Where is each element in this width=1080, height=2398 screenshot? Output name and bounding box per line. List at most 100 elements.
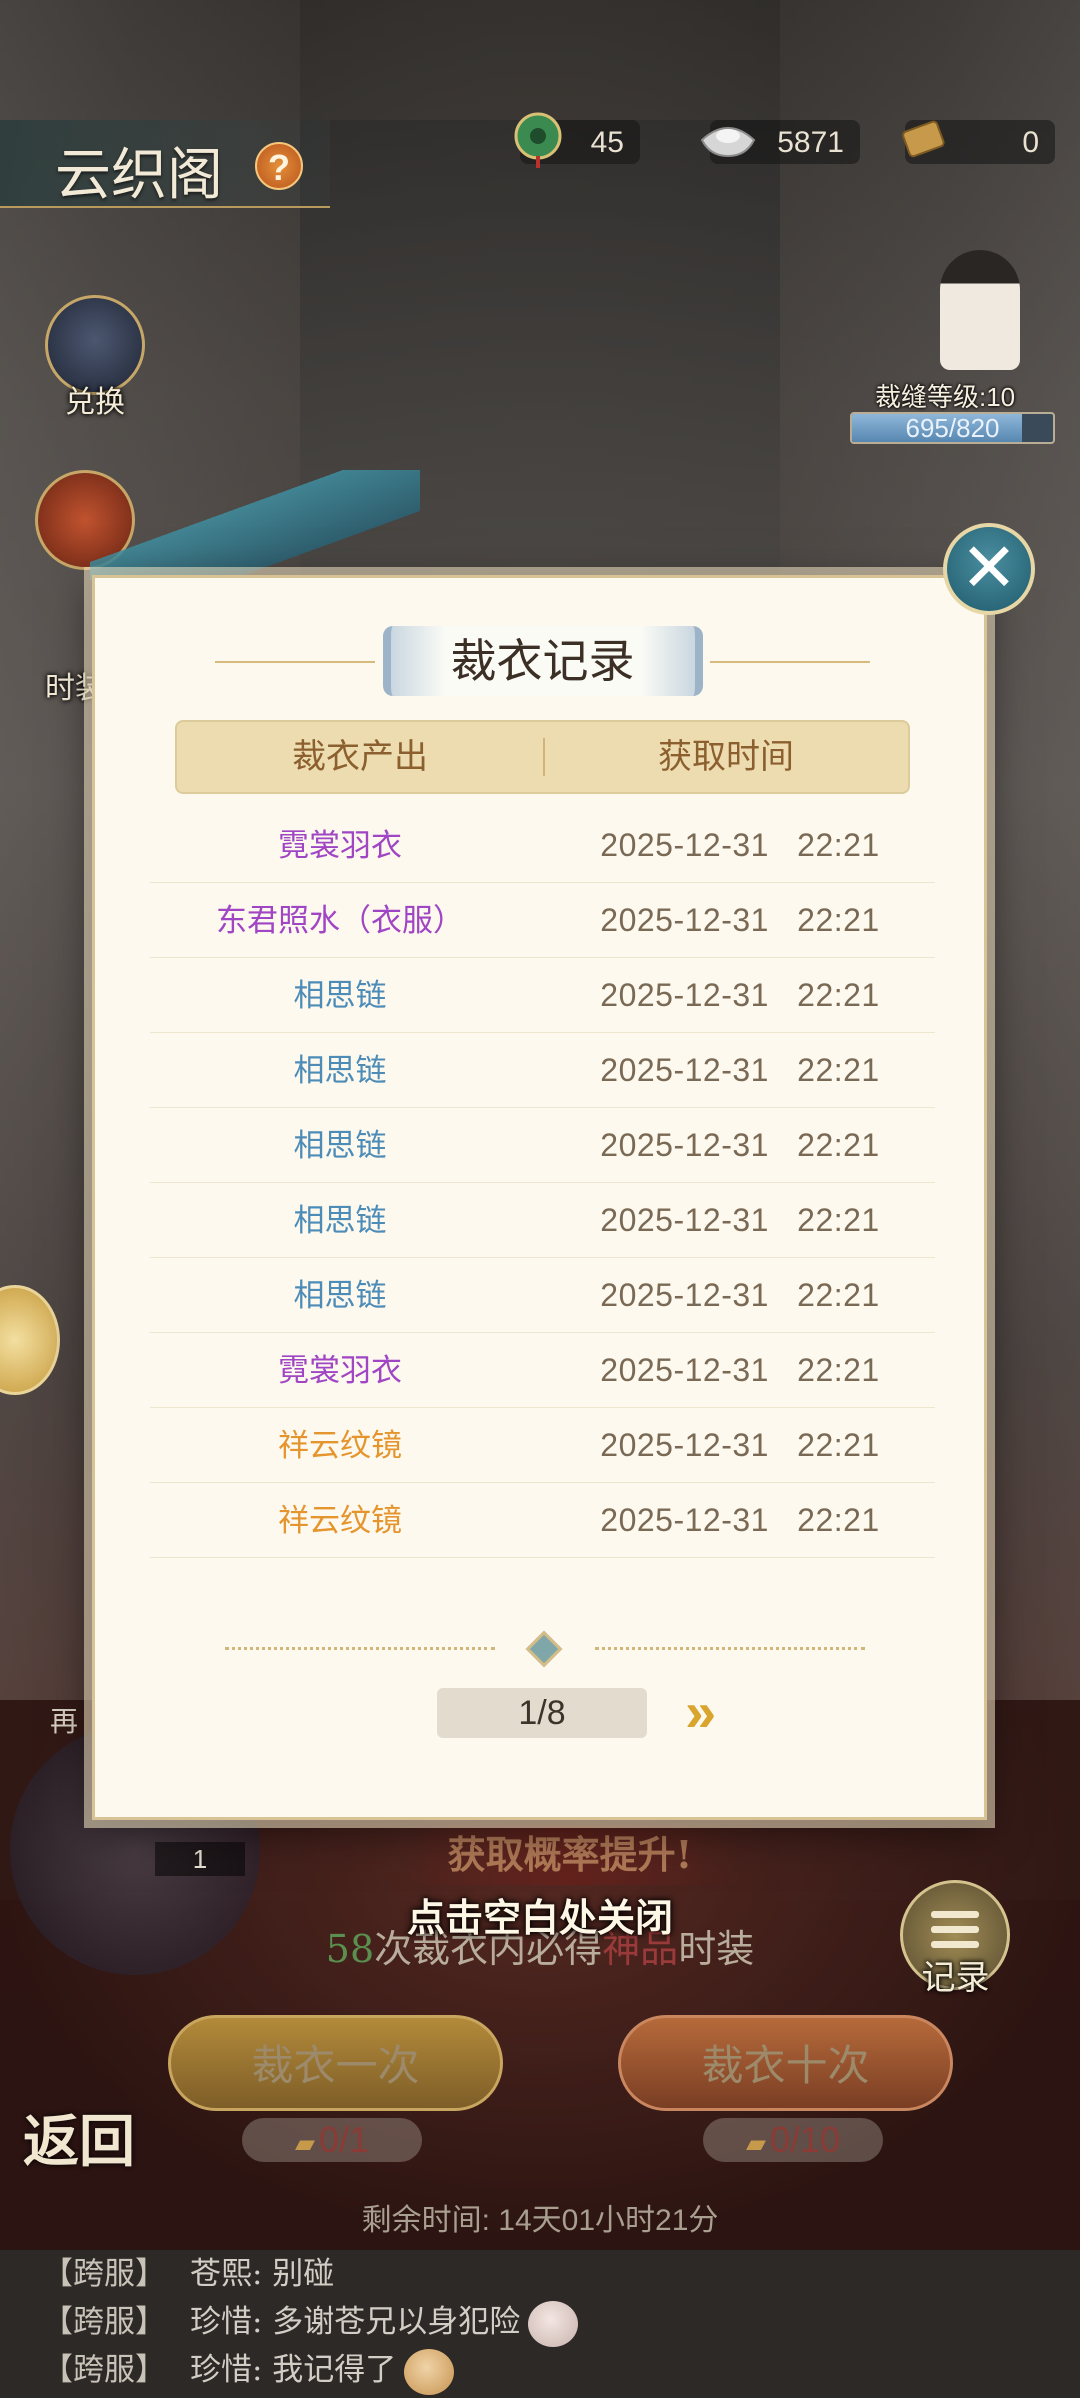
record-time: 2025-12-31 22:21 <box>550 1333 930 1408</box>
table-row: 霓裳羽衣 2025-12-31 22:21 <box>150 808 935 883</box>
column-header-item: 裁衣产出 <box>292 737 428 777</box>
chat-log[interactable]: 【跨服】 苍熙: 别碰 【跨服】 珍惜: 多谢苍兄以身犯险 【跨服】 珍惜: 我记得了 <box>0 2250 1080 2398</box>
table-row: 相思链 2025-12-31 22:21 <box>150 1258 935 1333</box>
table-row: 相思链 2025-12-31 22:21 <box>150 1108 935 1183</box>
table-row: 相思链 2025-12-31 22:21 <box>150 1183 935 1258</box>
remaining-time: 剩余时间: 14天01小时21分 <box>361 2204 719 2237</box>
scroll-value: 0 <box>1022 126 1039 159</box>
close-button[interactable]: ✕ <box>943 523 1035 615</box>
cost-once-value: 0/1 <box>318 2119 370 2160</box>
exchange-label: 兑换 <box>65 385 125 420</box>
record-date: 2025-12-31 <box>600 1127 769 1163</box>
sew-once-button[interactable]: 裁衣一次 <box>168 2015 503 2111</box>
record-clock: 22:21 <box>797 1502 880 1538</box>
back-button[interactable]: 返回 <box>14 2110 144 2260</box>
chat-channel: 【跨服】 <box>42 2304 166 2340</box>
chat-message: 苍熙: 别碰 <box>190 2256 335 2292</box>
record-item-name: 祥云纹镜 <box>278 1428 402 1463</box>
record-item-name: 霓裳羽衣 <box>278 828 402 863</box>
title-plate: 云织阁 ? <box>0 120 330 208</box>
record-clock: 22:21 <box>797 827 880 863</box>
cost-ten: ▰ 0/10 <box>703 2118 883 2162</box>
next-page-button[interactable]: » <box>685 1684 745 1741</box>
record-date: 2025-12-31 <box>600 902 769 938</box>
help-button[interactable]: ? <box>255 142 303 190</box>
exchange-button[interactable]: 兑换 <box>40 295 150 421</box>
record-time: 2025-12-31 22:21 <box>550 1483 930 1558</box>
dog-face-emoji-icon <box>404 2348 455 2395</box>
currency-jade[interactable]: 45 <box>514 112 640 168</box>
table-header: 裁衣产出 获取时间 <box>175 720 910 794</box>
record-item-name: 霓裳羽衣 <box>278 1353 402 1388</box>
record-item-name: 东君照水（衣服） <box>216 903 464 938</box>
record-item-name: 相思链 <box>293 1203 387 1238</box>
tailor-exp-text: 695/820 <box>905 413 1000 443</box>
record-clock: 22:21 <box>797 1277 880 1313</box>
column-header-time: 获取时间 <box>658 737 794 777</box>
record-date: 2025-12-31 <box>600 1277 769 1313</box>
record-date: 2025-12-31 <box>600 827 769 863</box>
chat-channel: 【跨服】 <box>42 2256 166 2292</box>
tailor-exp-bar: 695/820 <box>850 412 1055 444</box>
page-title: 云织阁 <box>55 143 223 208</box>
record-item-name: 祥云纹镜 <box>278 1503 402 1538</box>
record-time: 2025-12-31 22:21 <box>550 1258 930 1333</box>
probability-banner: 获取概率提升! <box>400 1825 740 1885</box>
record-clock: 22:21 <box>797 1427 880 1463</box>
jade-value: 45 <box>590 126 624 159</box>
silver-ingot-icon <box>700 127 756 158</box>
sew-ten-button[interactable]: 裁衣十次 <box>618 2015 953 2111</box>
scroll-ticket-icon <box>902 120 945 158</box>
record-item-name: 相思链 <box>293 1128 387 1163</box>
record-time: 2025-12-31 22:21 <box>550 1183 930 1258</box>
left-orb-count: 1 <box>155 1842 245 1876</box>
record-date: 2025-12-31 <box>600 977 769 1013</box>
tailor-level: 裁缝等级:10 <box>875 382 1016 412</box>
record-label: 记录 <box>921 1958 990 1998</box>
record-time: 2025-12-31 22:21 <box>550 883 930 958</box>
currency-scroll[interactable]: 0 <box>902 120 1055 164</box>
dialog-title: 裁衣记录 <box>382 626 703 696</box>
cost-ten-value: 0/10 <box>769 2119 841 2160</box>
record-clock: 22:21 <box>797 902 880 938</box>
record-clock: 22:21 <box>797 1052 880 1088</box>
cost-once: ▰ 0/1 <box>242 2118 422 2162</box>
record-date: 2025-12-31 <box>600 1502 769 1538</box>
chat-message: 珍惜: 我记得了 <box>190 2352 397 2388</box>
record-date: 2025-12-31 <box>600 1427 769 1463</box>
silver-value: 5871 <box>777 126 844 159</box>
page-indicator: 1/8 <box>437 1688 647 1738</box>
diamond-ornament-icon <box>525 1630 563 1668</box>
jade-coin-icon <box>514 112 562 168</box>
table-row: 霓裳羽衣 2025-12-31 22:21 <box>150 1333 935 1408</box>
chat-line: 【跨服】 苍熙: 别碰 <box>0 2250 1080 2298</box>
record-item-name: 相思链 <box>293 1053 387 1088</box>
table-row: 相思链 2025-12-31 22:21 <box>150 1033 935 1108</box>
table-row: 祥云纹镜 2025-12-31 22:21 <box>150 1483 935 1558</box>
again-label: 再 <box>50 1705 79 1738</box>
table-row: 相思链 2025-12-31 22:21 <box>150 958 935 1033</box>
record-clock: 22:21 <box>797 1127 880 1163</box>
record-clock: 22:21 <box>797 977 880 1013</box>
title-line-right <box>710 661 870 663</box>
record-date: 2025-12-31 <box>600 1202 769 1238</box>
scroll-ticket-icon: ▰ <box>745 2128 766 2158</box>
menu-list-icon <box>931 1911 979 1948</box>
close-icon: ✕ <box>960 530 1018 606</box>
thinking-face-emoji-icon <box>528 2300 579 2347</box>
record-time: 2025-12-31 22:21 <box>550 1408 930 1483</box>
record-clock: 22:21 <box>797 1352 880 1388</box>
sewing-record-dialog: 裁衣记录 裁衣产出 获取时间 霓裳羽衣 2025-12-31 22:21 东君照水（… <box>92 575 987 1820</box>
dialog-header: 裁衣记录 <box>95 626 990 696</box>
tailor-figure <box>940 250 1020 370</box>
record-list[interactable]: 霓裳羽衣 2025-12-31 22:21 东君照水（衣服） 2025-12-31 2… <box>150 808 935 1558</box>
chat-line: 【跨服】 珍惜: 多谢苍兄以身犯险 <box>0 2298 1080 2347</box>
record-clock: 22:21 <box>797 1202 880 1238</box>
title-line-left <box>215 661 375 663</box>
record-time: 2025-12-31 22:21 <box>550 808 930 883</box>
scroll-ticket-icon: ▰ <box>294 2128 315 2158</box>
record-time: 2025-12-31 22:21 <box>550 958 930 1033</box>
currency-silver[interactable]: 5871 <box>700 120 860 164</box>
record-item-name: 相思链 <box>293 978 387 1013</box>
chat-line: 【跨服】 珍惜: 我记得了 <box>0 2346 1080 2395</box>
